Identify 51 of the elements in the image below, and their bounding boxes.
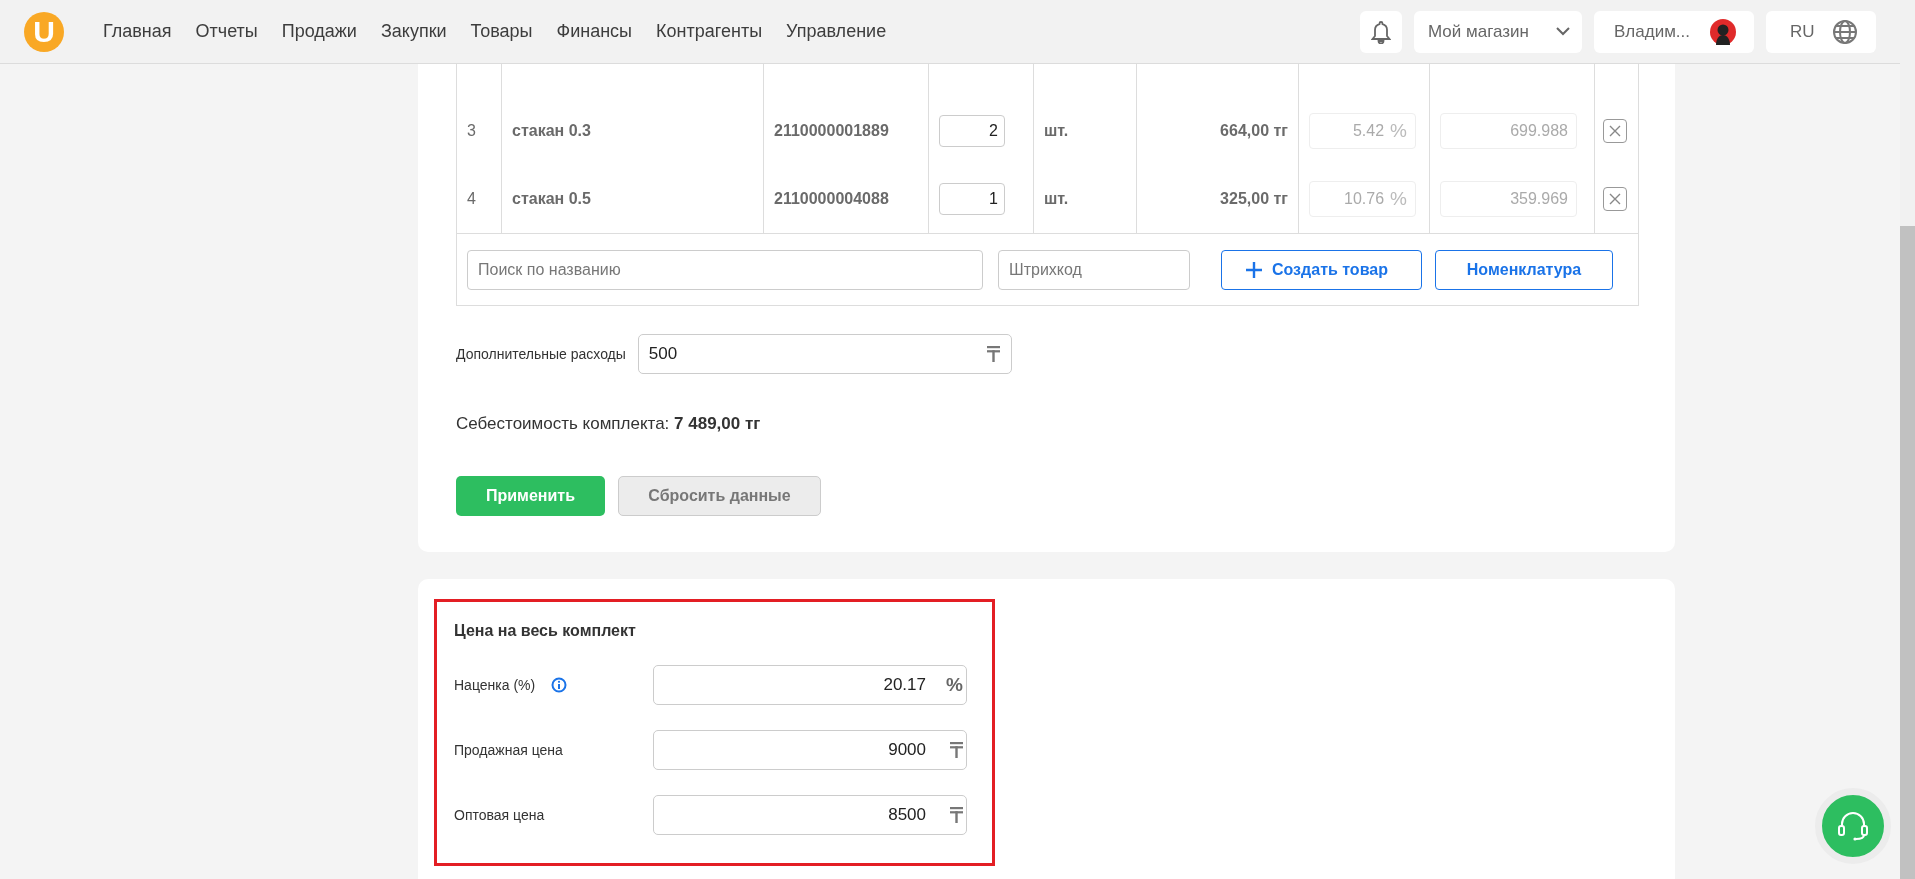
tenge-icon xyxy=(986,346,1000,362)
nav-link[interactable]: Главная xyxy=(103,21,172,42)
headset-icon xyxy=(1836,811,1870,841)
field-label: Дополнительные расходы xyxy=(456,346,626,362)
barcode-field[interactable]: Штрихкод xyxy=(998,249,1190,290)
panel-title: Цена на весь комплект xyxy=(454,622,637,640)
nav-link[interactable]: Закупки xyxy=(380,21,447,42)
barcode-cell: 2110000001889 xyxy=(764,97,929,165)
barcode-cell: 2110000004088 xyxy=(764,165,929,233)
cost-cell: 664,00 тг xyxy=(1137,97,1299,165)
notifications-button[interactable] xyxy=(1360,10,1402,53)
unit-cell: шт. xyxy=(1034,165,1137,233)
row-number: 3 xyxy=(457,97,502,165)
nav-link[interactable]: Финансы xyxy=(556,21,633,42)
nav-link[interactable]: Товары xyxy=(470,21,533,42)
nav-link[interactable]: Контрагенты xyxy=(656,21,763,42)
catalog-button[interactable]: Номенклатура xyxy=(1435,249,1613,290)
row-number: 4 xyxy=(457,165,502,233)
tenge-icon xyxy=(950,807,963,823)
close-icon xyxy=(1609,193,1621,205)
globe-icon xyxy=(1832,18,1858,45)
tenge-icon xyxy=(950,742,963,758)
create-product-button[interactable]: Создать товар xyxy=(1221,249,1422,290)
info-icon[interactable] xyxy=(551,677,568,693)
reset-button[interactable]: Сбросить данные xyxy=(618,476,821,516)
product-name: стакан 0.5 xyxy=(502,165,764,233)
field-label: Продажная цена xyxy=(454,742,563,758)
user-menu[interactable]: Владим... xyxy=(1594,10,1754,53)
expenses-field[interactable]: 500 xyxy=(637,334,1012,374)
nav-link[interactable]: Отчеты xyxy=(195,21,258,42)
unit-cell: шт. xyxy=(1034,97,1137,165)
close-icon xyxy=(1609,125,1621,137)
bell-icon xyxy=(1371,19,1391,44)
nav-link[interactable]: Управление xyxy=(786,21,887,42)
field-label: Наценка (%) xyxy=(454,677,536,693)
remove-button[interactable] xyxy=(1603,119,1627,143)
remove-button[interactable] xyxy=(1603,187,1627,211)
avatar-icon xyxy=(1710,18,1736,45)
cost-cell: 325,00 тг xyxy=(1137,165,1299,233)
price-field[interactable]: 9000 xyxy=(652,730,967,770)
search-field[interactable]: Поиск по названию xyxy=(467,249,983,290)
chevron-down-icon xyxy=(1556,27,1570,36)
store-dropdown[interactable]: Мой магазин xyxy=(1414,10,1582,53)
plus-icon xyxy=(1246,261,1262,278)
price-panel: Цена на весь комплект Наценка (%) 20.17 % Продажная цена 9000 Оптовая цена 8500 xyxy=(434,599,995,866)
product-name: стакан 0.3 xyxy=(502,97,764,165)
price-field[interactable]: 8500 xyxy=(652,795,967,835)
language-selector[interactable]: RU xyxy=(1766,10,1876,53)
cost-summary: Себестоимость комплекта: 7 489,00 тг xyxy=(456,414,762,434)
nav-link[interactable]: Продажи xyxy=(281,21,357,42)
field-label: Оптовая цена xyxy=(454,807,545,823)
